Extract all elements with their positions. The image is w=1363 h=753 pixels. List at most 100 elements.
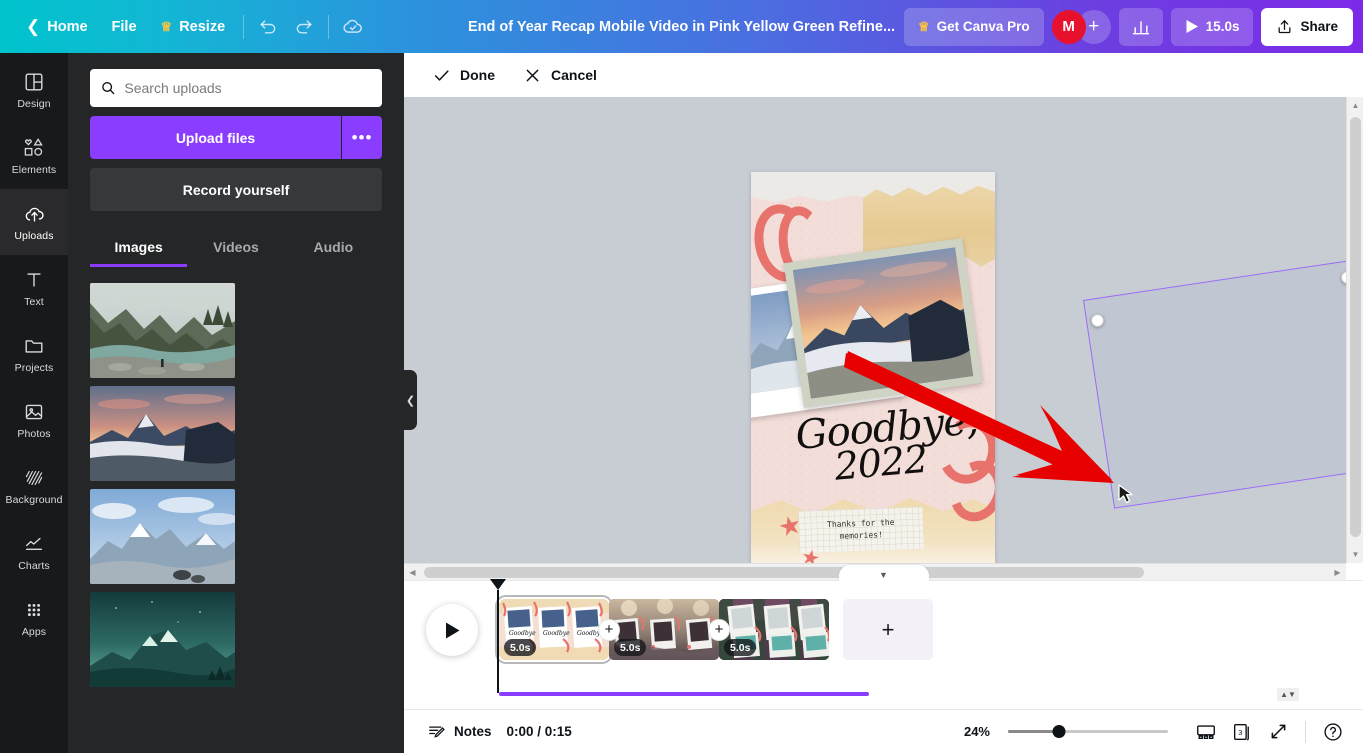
sidebar-item-charts[interactable]: Charts bbox=[0, 519, 68, 585]
design-headline-text[interactable]: Goodbye, 2022 bbox=[794, 397, 980, 489]
canva-editor-window: ❮ Home File ♕ Resize End of Year Recap M… bbox=[0, 0, 1363, 753]
sidebar-item-projects[interactable]: Projects bbox=[0, 321, 68, 387]
scroll-up-arrow[interactable]: ▲ bbox=[1347, 97, 1363, 114]
sidebar-label-apps: Apps bbox=[21, 625, 47, 638]
check-icon bbox=[434, 69, 449, 81]
design-title[interactable]: End of Year Recap Mobile Video in Pink Y… bbox=[458, 13, 905, 41]
tab-audio[interactable]: Audio bbox=[285, 230, 382, 267]
design-note-line2: memories! bbox=[839, 530, 884, 541]
sidebar-item-uploads[interactable]: Uploads bbox=[0, 189, 68, 255]
redo-icon bbox=[296, 19, 312, 34]
scroll-right-arrow[interactable]: ▶ bbox=[1329, 564, 1346, 581]
collaborators-group: M + bbox=[1051, 9, 1111, 44]
share-label: Share bbox=[1300, 19, 1338, 34]
add-scene-between-2-3-button[interactable]: + bbox=[708, 618, 730, 641]
add-scene-between-1-2-button[interactable]: + bbox=[598, 618, 620, 641]
done-button[interactable]: Done bbox=[420, 59, 507, 92]
present-button[interactable] bbox=[1190, 716, 1222, 748]
file-label: File bbox=[111, 18, 137, 35]
cloud-saved-button[interactable] bbox=[335, 9, 371, 45]
upload-more-options-button[interactable]: ••• bbox=[342, 116, 382, 159]
resize-button[interactable]: ♕ Resize bbox=[149, 12, 238, 42]
timeline-resize-grip[interactable]: ▲▼ bbox=[1277, 688, 1299, 701]
tab-videos[interactable]: Videos bbox=[187, 230, 284, 267]
status-divider bbox=[1305, 720, 1306, 743]
plus-icon-between-1: + bbox=[604, 621, 614, 638]
help-question-icon bbox=[1324, 722, 1342, 741]
upload-thumbnail-teal-mountain[interactable] bbox=[90, 592, 235, 687]
avatar[interactable]: M bbox=[1051, 9, 1086, 44]
undo-button[interactable] bbox=[250, 9, 286, 45]
upload-thumbnail-mountain-sunset[interactable] bbox=[90, 386, 235, 481]
duration-preview-button[interactable]: 15.0s bbox=[1170, 7, 1254, 46]
fullscreen-button[interactable] bbox=[1262, 716, 1294, 748]
horizontal-scroll-thumb[interactable] bbox=[424, 567, 1144, 578]
zoom-slider[interactable] bbox=[1008, 725, 1168, 739]
top-toolbar-left-group: ❮ Home File ♕ Resize bbox=[0, 0, 371, 53]
record-yourself-button[interactable]: Record yourself bbox=[90, 168, 382, 211]
timeline-scene-3[interactable]: 5.0s bbox=[719, 599, 829, 660]
sidebar-item-design[interactable]: Design bbox=[0, 57, 68, 123]
status-bar: Notes 0:00 / 0:15 24% 3 bbox=[404, 709, 1363, 753]
sidebar-item-text[interactable]: Text bbox=[0, 255, 68, 321]
sidebar-item-photos[interactable]: Photos bbox=[0, 387, 68, 453]
search-input[interactable] bbox=[124, 80, 372, 96]
plus-icon: + bbox=[1088, 15, 1100, 37]
insights-button[interactable] bbox=[1118, 7, 1163, 46]
selection-handle-top-left[interactable] bbox=[1091, 314, 1104, 327]
sidebar-item-apps[interactable]: Apps bbox=[0, 585, 68, 651]
cloud-saved-icon bbox=[343, 19, 363, 33]
scene-duration-2: 5.0s bbox=[614, 639, 647, 656]
home-button[interactable]: ❮ Home bbox=[14, 11, 100, 42]
timeline-collapse-button[interactable]: ▼ bbox=[838, 565, 929, 582]
notes-label: Notes bbox=[454, 724, 492, 739]
resize-label: Resize bbox=[179, 18, 226, 35]
scene-duration-1: 5.0s bbox=[504, 639, 537, 656]
zoom-slider-fill bbox=[1008, 730, 1060, 733]
folder-icon bbox=[25, 339, 43, 353]
upload-thumbnail-snowy-peaks[interactable] bbox=[90, 489, 235, 584]
upload-thumbnail-forest-river[interactable] bbox=[90, 283, 235, 378]
page-manager-button[interactable]: 3 bbox=[1226, 716, 1258, 748]
timeline-play-button[interactable] bbox=[426, 604, 478, 656]
home-label: Home bbox=[47, 18, 88, 35]
timeline-playhead[interactable] bbox=[490, 579, 506, 693]
timeline-progress-bar[interactable] bbox=[499, 692, 869, 696]
collapse-panel-button[interactable]: ❮ bbox=[404, 370, 417, 430]
charts-line-icon bbox=[25, 537, 43, 550]
search-uploads-box[interactable] bbox=[90, 69, 382, 107]
upload-files-button[interactable]: Upload files bbox=[90, 116, 341, 159]
design-page[interactable]: Goodbye, 2022 Thanks for the memories! bbox=[751, 172, 995, 563]
redo-button[interactable] bbox=[286, 9, 322, 45]
add-scene-button[interactable]: + bbox=[843, 599, 933, 660]
sidebar-label-charts: Charts bbox=[18, 559, 50, 572]
cancel-button[interactable]: Cancel bbox=[511, 59, 609, 92]
timeline-scene-2[interactable]: 5.0s bbox=[609, 599, 719, 660]
design-stage[interactable]: Goodbye, 2022 Thanks for the memories! bbox=[404, 97, 1346, 563]
sidebar-label-projects: Projects bbox=[14, 361, 54, 374]
canvas-vertical-scrollbar[interactable]: ▲ ▼ bbox=[1346, 97, 1363, 563]
scroll-down-arrow[interactable]: ▼ bbox=[1347, 546, 1363, 563]
toolbar-divider bbox=[243, 14, 245, 39]
design-photo-frame-selected[interactable] bbox=[783, 238, 983, 408]
done-label: Done bbox=[460, 67, 495, 83]
sidebar-item-elements[interactable]: Elements bbox=[0, 123, 68, 189]
notes-button[interactable]: Notes bbox=[418, 716, 501, 747]
file-menu-button[interactable]: File bbox=[100, 12, 149, 42]
uploads-thumbnail-grid bbox=[90, 283, 382, 687]
cancel-label: Cancel bbox=[551, 67, 597, 83]
plus-icon-add-scene: + bbox=[881, 616, 895, 642]
share-button[interactable]: Share bbox=[1261, 7, 1353, 46]
help-button[interactable] bbox=[1317, 716, 1349, 748]
resize-cursor bbox=[1118, 484, 1133, 504]
vertical-scroll-thumb[interactable] bbox=[1350, 117, 1361, 537]
timeline-scene-1[interactable]: Goodbye Goodbye Goodbye 5.0s bbox=[495, 595, 613, 664]
tab-images[interactable]: Images bbox=[90, 230, 188, 267]
get-canva-pro-button[interactable]: ♕ Get Canva Pro bbox=[903, 7, 1044, 46]
record-yourself-label: Record yourself bbox=[182, 181, 290, 198]
uploads-tabs: Images Videos Audio bbox=[90, 230, 382, 267]
scroll-left-arrow[interactable]: ◀ bbox=[404, 564, 421, 581]
zoom-slider-knob[interactable] bbox=[1052, 725, 1066, 738]
sidebar-item-background[interactable]: Background bbox=[0, 453, 68, 519]
svg-text:Goodbye: Goodbye bbox=[509, 630, 536, 637]
